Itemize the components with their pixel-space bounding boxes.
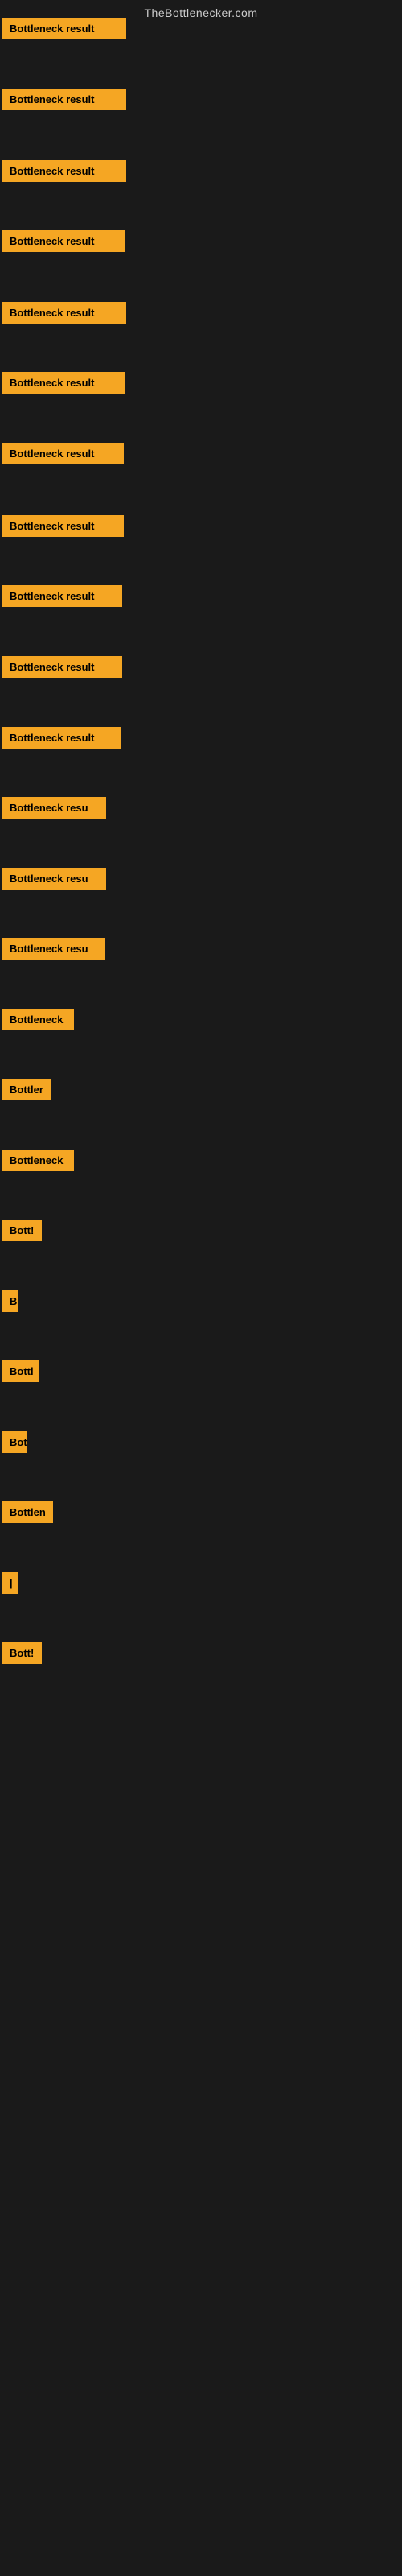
bar-row-16: Bottler [2,1079,51,1104]
bar-row-19: B [2,1290,18,1316]
bar-row-7: Bottleneck result [2,443,124,469]
bar-row-5: Bottleneck result [2,302,126,328]
bottleneck-bar-4[interactable]: Bottleneck result [2,230,125,252]
bottleneck-bar-13[interactable]: Bottleneck resu [2,868,106,890]
bar-row-3: Bottleneck result [2,160,126,186]
bottleneck-bar-23[interactable]: | [2,1572,18,1594]
bottleneck-bar-5[interactable]: Bottleneck result [2,302,126,324]
bar-row-23: | [2,1572,18,1598]
bar-row-18: Bott! [2,1220,42,1245]
bottleneck-bar-8[interactable]: Bottleneck result [2,515,124,537]
bottleneck-bar-10[interactable]: Bottleneck result [2,656,122,678]
bottleneck-bar-19[interactable]: B [2,1290,18,1312]
bottleneck-bar-15[interactable]: Bottleneck [2,1009,74,1030]
bar-row-24: Bott! [2,1642,42,1668]
bottleneck-bar-14[interactable]: Bottleneck resu [2,938,105,960]
bottleneck-bar-12[interactable]: Bottleneck resu [2,797,106,819]
bar-row-15: Bottleneck [2,1009,74,1034]
bar-row-2: Bottleneck result [2,89,126,114]
bar-row-21: Bot [2,1431,27,1457]
bar-row-13: Bottleneck resu [2,868,106,894]
bottleneck-bar-20[interactable]: Bottl [2,1360,39,1382]
bar-row-22: Bottlen [2,1501,53,1527]
bottleneck-bar-11[interactable]: Bottleneck result [2,727,121,749]
bottleneck-bar-6[interactable]: Bottleneck result [2,372,125,394]
bar-row-17: Bottleneck [2,1150,74,1175]
bar-row-12: Bottleneck resu [2,797,106,823]
bottleneck-bar-16[interactable]: Bottler [2,1079,51,1100]
bar-row-10: Bottleneck result [2,656,122,682]
bar-row-1: Bottleneck result [2,18,126,43]
bar-row-14: Bottleneck resu [2,938,105,964]
bars-container: Bottleneck result Bottleneck result Bottle… [0,24,402,2439]
bar-row-11: Bottleneck result [2,727,121,753]
bottleneck-bar-17[interactable]: Bottleneck [2,1150,74,1171]
bottleneck-bar-22[interactable]: Bottlen [2,1501,53,1523]
bottleneck-bar-18[interactable]: Bott! [2,1220,42,1241]
bottleneck-bar-9[interactable]: Bottleneck result [2,585,122,607]
bottleneck-bar-3[interactable]: Bottleneck result [2,160,126,182]
bottleneck-bar-2[interactable]: Bottleneck result [2,89,126,110]
bar-row-8: Bottleneck result [2,515,124,541]
bottleneck-bar-1[interactable]: Bottleneck result [2,18,126,39]
bar-row-9: Bottleneck result [2,585,122,611]
bar-row-6: Bottleneck result [2,372,125,398]
bottleneck-bar-24[interactable]: Bott! [2,1642,42,1664]
bottleneck-bar-21[interactable]: Bot [2,1431,27,1453]
bottleneck-bar-7[interactable]: Bottleneck result [2,443,124,464]
bar-row-4: Bottleneck result [2,230,125,256]
bar-row-20: Bottl [2,1360,39,1386]
site-title: TheBottlenecker.com [144,0,257,26]
